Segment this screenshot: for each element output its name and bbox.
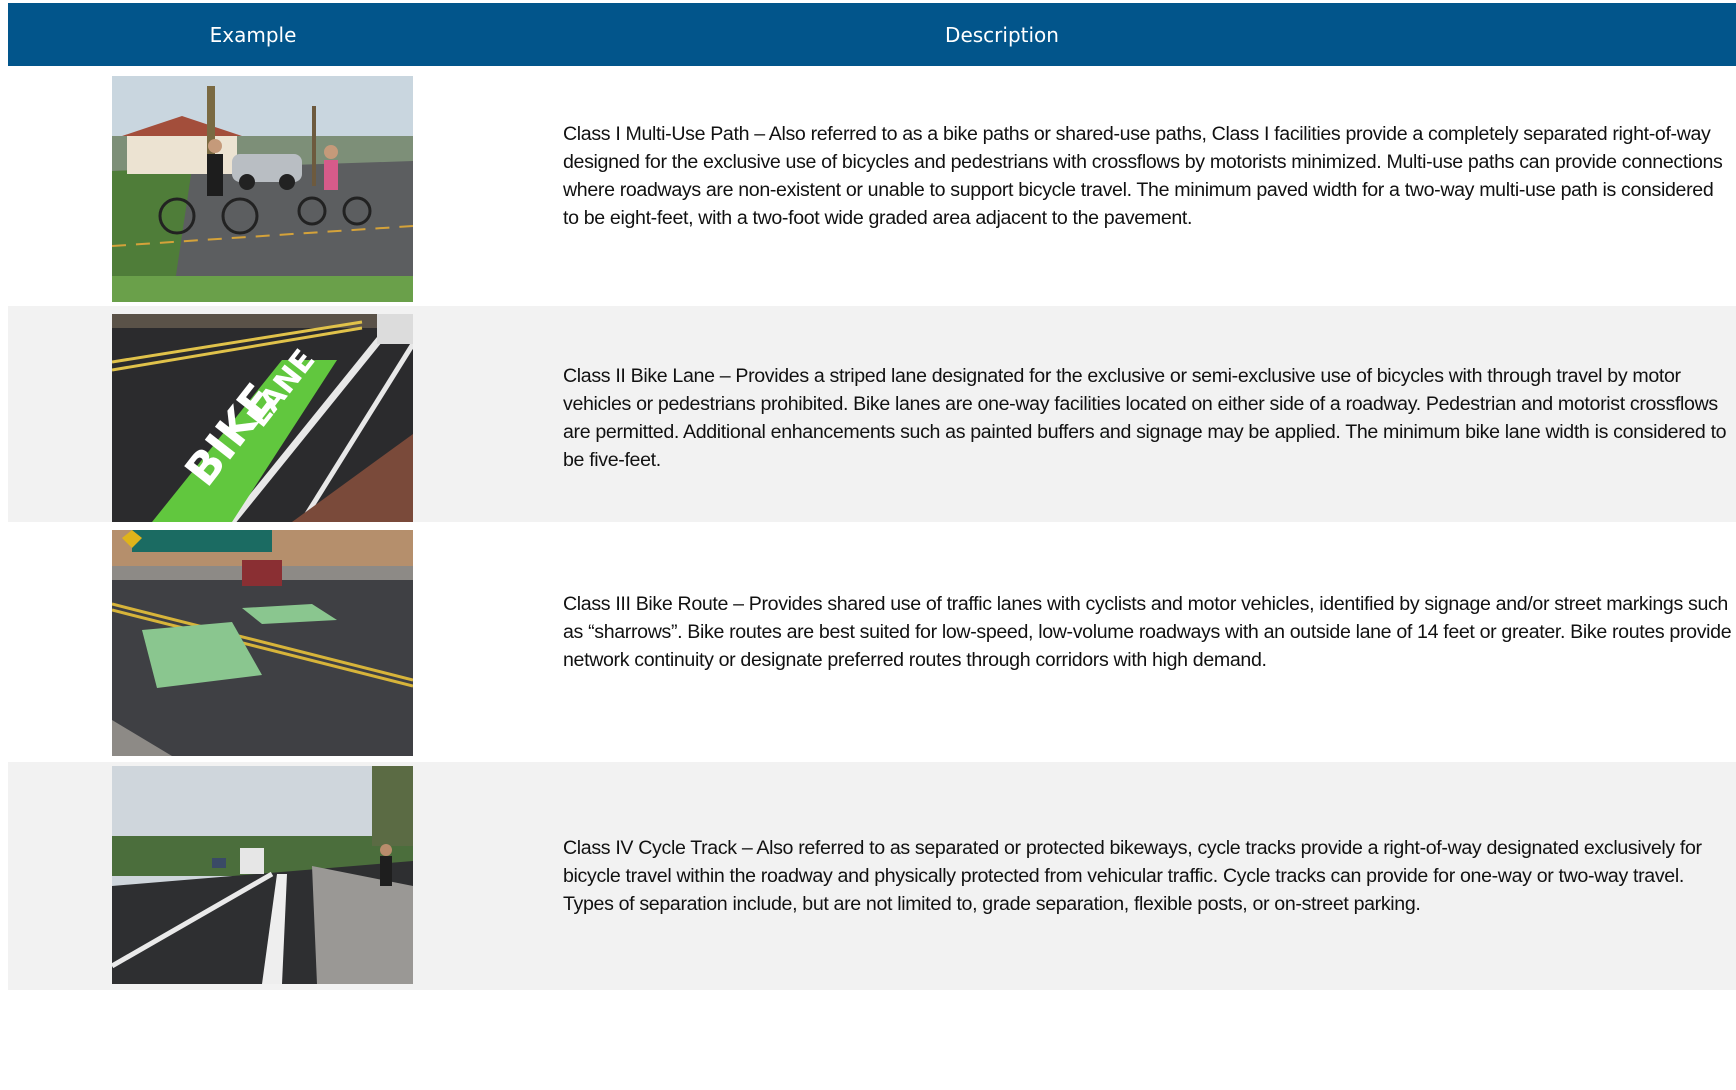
row-description: Class III Bike Route – Provides shared u… — [563, 593, 1732, 671]
row-description: Class IV Cycle Track – Also referred to … — [563, 837, 1702, 915]
table-row-class-2: BIKE LANE Class II Bike Lane – Provides … — [8, 306, 1736, 522]
green-bike-lane-marking-photo: BIKE LANE — [112, 314, 413, 522]
table-row-class-1: Class I Multi-Use Path – Also referred t… — [8, 66, 1736, 306]
column-header-example: Example — [209, 22, 297, 47]
cyclists-on-multi-use-path-photo — [112, 76, 413, 302]
row-description: Class II Bike Lane – Provides a striped … — [563, 365, 1727, 471]
column-header-description: Description — [945, 22, 1059, 47]
table-header: Example Description — [8, 3, 1736, 66]
row-description: Class I Multi-Use Path – Also referred t… — [563, 123, 1723, 229]
separated-cycle-track-photo — [112, 766, 413, 984]
table-row-class-3: Class III Bike Route – Provides shared u… — [8, 522, 1736, 762]
table-row-class-4: Class IV Cycle Track – Also referred to … — [8, 762, 1736, 990]
sharrow-street-markings-photo — [112, 530, 413, 756]
